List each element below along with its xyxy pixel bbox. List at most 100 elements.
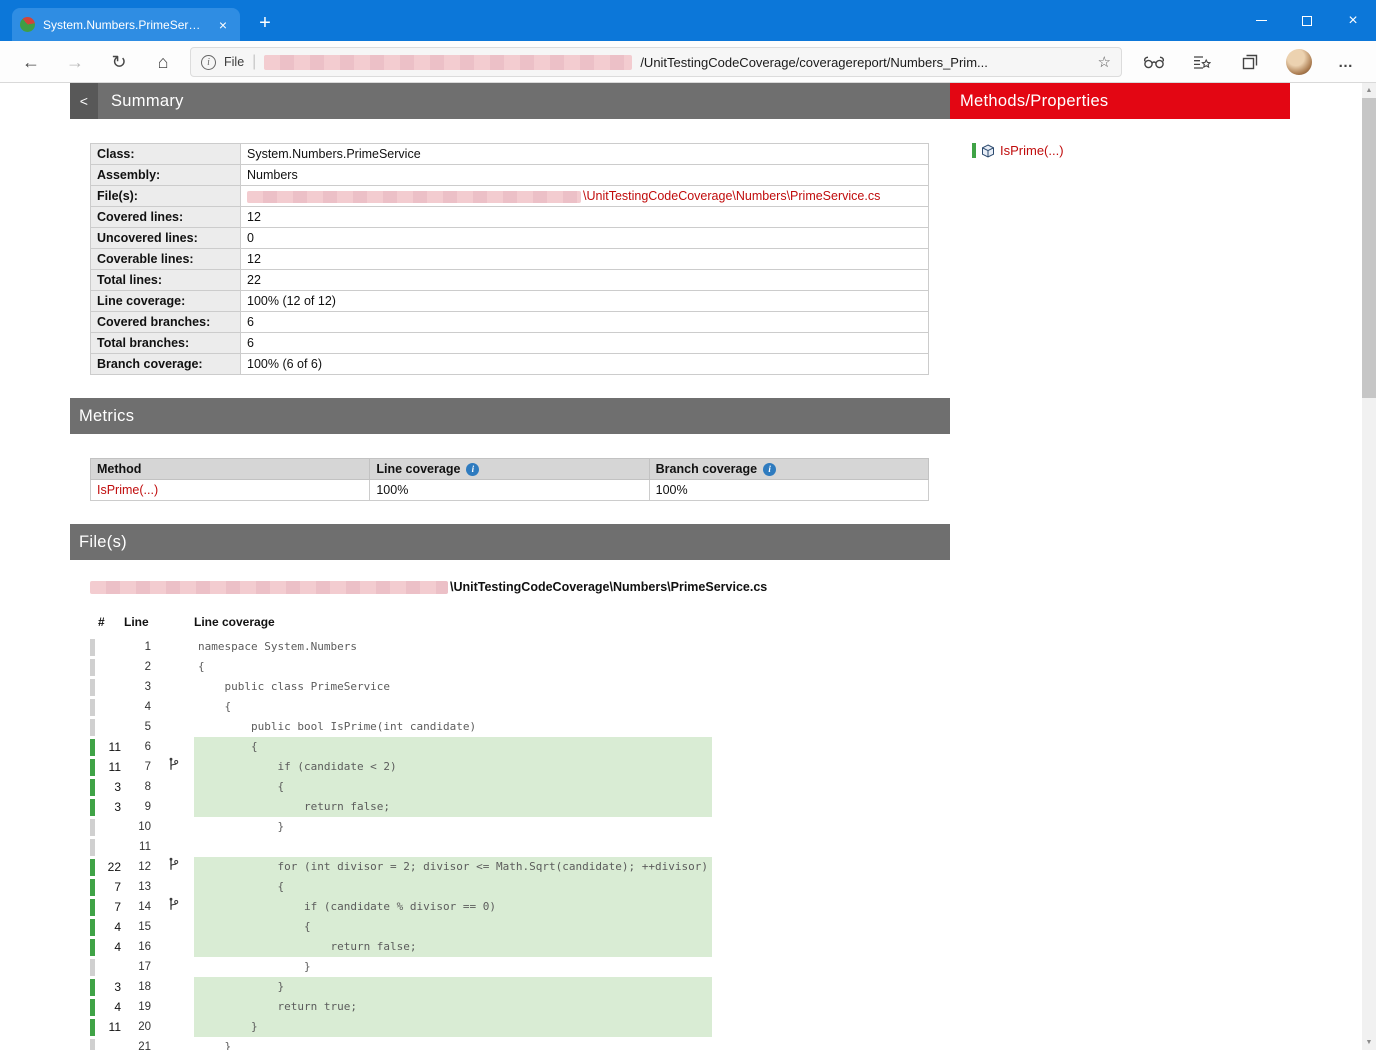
method-link[interactable]: IsPrime(...) [97, 483, 158, 497]
forward-nav-icon[interactable]: → [60, 47, 90, 77]
noncoverable-indicator [90, 718, 95, 736]
metrics-title: Metrics [79, 406, 135, 425]
code-line-row: 7 13 { [90, 877, 712, 897]
code-text: { [198, 660, 205, 673]
covered-indicator [90, 738, 95, 756]
settings-more-icon[interactable]: … [1330, 48, 1362, 76]
close-button[interactable]: × [1330, 0, 1376, 41]
covered-indicator [90, 778, 95, 796]
favorites-icon[interactable] [1186, 48, 1218, 76]
line-number: 3 [144, 681, 151, 693]
branch-cell [156, 817, 194, 837]
covered-indicator [90, 918, 95, 936]
file-path-text: \UnitTestingCodeCoverage\Numbers\PrimeSe… [450, 580, 768, 594]
back-nav-icon[interactable]: ← [16, 47, 46, 77]
code-line-row: 11 [90, 837, 712, 857]
info-icon[interactable]: i [763, 462, 777, 476]
method-cube-icon [982, 143, 994, 158]
summary-label: Uncovered lines: [90, 227, 241, 249]
metrics-column-header: Method [89, 458, 371, 480]
branch-cell [156, 937, 194, 957]
code-table-header-row: # Line Line coverage [90, 613, 712, 637]
code-line-row: 3 8 { [90, 777, 712, 797]
extension-mask-icon[interactable] [1138, 48, 1170, 76]
scroll-up-icon[interactable]: ▲ [1362, 83, 1376, 98]
line-number: 13 [138, 881, 151, 893]
refresh-icon[interactable]: ↻ [104, 47, 134, 77]
summary-table: Class: System.Numbers.PrimeService Assembl… [90, 143, 929, 375]
file-path: \UnitTestingCodeCoverage\Numbers\PrimeSe… [90, 580, 950, 597]
maximize-button[interactable] [1284, 0, 1330, 41]
url-scheme-label: File [224, 55, 245, 69]
branch-cell [156, 657, 194, 677]
summary-label: Assembly: [90, 164, 241, 186]
method-label[interactable]: IsPrime(...) [1000, 143, 1064, 158]
browser-navbar: ← → ↻ ⌂ i File | /UnitTestingCodeCoverag… [0, 41, 1376, 83]
scrollbar-thumb[interactable] [1362, 98, 1376, 398]
metrics-header-label: Line coverage [376, 462, 461, 476]
summary-label: Covered branches: [90, 311, 241, 333]
summary-row: Branch coverage: 100% (6 of 6) [90, 353, 929, 375]
coverage-report-favicon [20, 17, 35, 32]
page-info-icon[interactable]: i [201, 54, 216, 70]
coverage-report-page: < Summary Class: System.Numbers.PrimeServ… [0, 83, 1362, 1050]
visit-count [98, 1037, 124, 1050]
metrics-column-header: Branch coverage i [648, 458, 930, 480]
browser-tab[interactable]: System.Numbers.PrimeService - × [12, 8, 240, 41]
code-text: namespace System.Numbers [198, 640, 357, 653]
noncoverable-indicator [90, 958, 95, 976]
code-line-row: 4 { [90, 697, 712, 717]
code-text: } [194, 1017, 712, 1037]
summary-row: File(s): \UnitTestingCodeCoverage\Numbers… [90, 185, 929, 207]
visit-count [98, 817, 124, 837]
covered-indicator [90, 1018, 95, 1036]
vertical-scrollbar[interactable]: ▲ ▼ [1362, 83, 1376, 1050]
home-icon[interactable]: ⌂ [148, 47, 178, 77]
visit-count: 3 [114, 980, 121, 994]
summary-label: Total branches: [90, 332, 241, 354]
report-back-button[interactable]: < [70, 83, 98, 119]
favorites-star-lines-icon [1194, 55, 1211, 69]
branch-cell [156, 1017, 194, 1037]
new-tab-button[interactable]: + [252, 10, 278, 36]
metrics-method-cell: IsPrime(...) [89, 479, 371, 501]
method-coverage-indicator [972, 143, 976, 158]
branch-icon [169, 757, 179, 770]
minimize-button[interactable] [1238, 0, 1284, 41]
code-text: if (candidate % divisor == 0) [194, 897, 712, 917]
covered-indicator [90, 798, 95, 816]
address-bar[interactable]: i File | /UnitTestingCodeCoverage/covera… [190, 47, 1122, 77]
code-line-row: 11 6 { [90, 737, 712, 757]
favorite-star-icon[interactable]: ☆ [1098, 53, 1111, 71]
scroll-down-icon[interactable]: ▼ [1362, 1035, 1376, 1050]
code-line-row: 10 } [90, 817, 712, 837]
code-line-row: 2{ [90, 657, 712, 677]
code-line-row: 4 16 return false; [90, 937, 712, 957]
line-number: 6 [144, 741, 151, 753]
visit-count: 4 [114, 920, 121, 934]
summary-value: 22 [240, 269, 929, 291]
branch-cell [156, 837, 194, 857]
noncoverable-indicator [90, 838, 95, 856]
branch-cell [156, 637, 194, 657]
profile-avatar[interactable] [1286, 49, 1312, 75]
code-line-row: 4 15 { [90, 917, 712, 937]
code-text: { [194, 917, 712, 937]
summary-row: Class: System.Numbers.PrimeService [90, 143, 929, 165]
visit-count [98, 637, 124, 657]
method-item[interactable]: IsPrime(...) [972, 143, 1290, 158]
tab-close-icon[interactable]: × [214, 16, 232, 34]
methods-header-bar: Methods/Properties [950, 83, 1290, 119]
visit-count: 3 [114, 800, 121, 814]
branch-icon [169, 857, 179, 870]
url-separator: | [252, 53, 257, 70]
summary-value: 12 [240, 248, 929, 270]
file-link[interactable]: \UnitTestingCodeCoverage\Numbers\PrimeSe… [583, 189, 880, 203]
info-icon[interactable]: i [466, 462, 480, 476]
covered-indicator [90, 978, 95, 996]
line-number: 17 [138, 961, 151, 973]
line-number: 19 [138, 1001, 151, 1013]
files-title: File(s) [79, 532, 127, 551]
line-number: 11 [139, 841, 151, 853]
collections-icon[interactable] [1234, 48, 1266, 76]
